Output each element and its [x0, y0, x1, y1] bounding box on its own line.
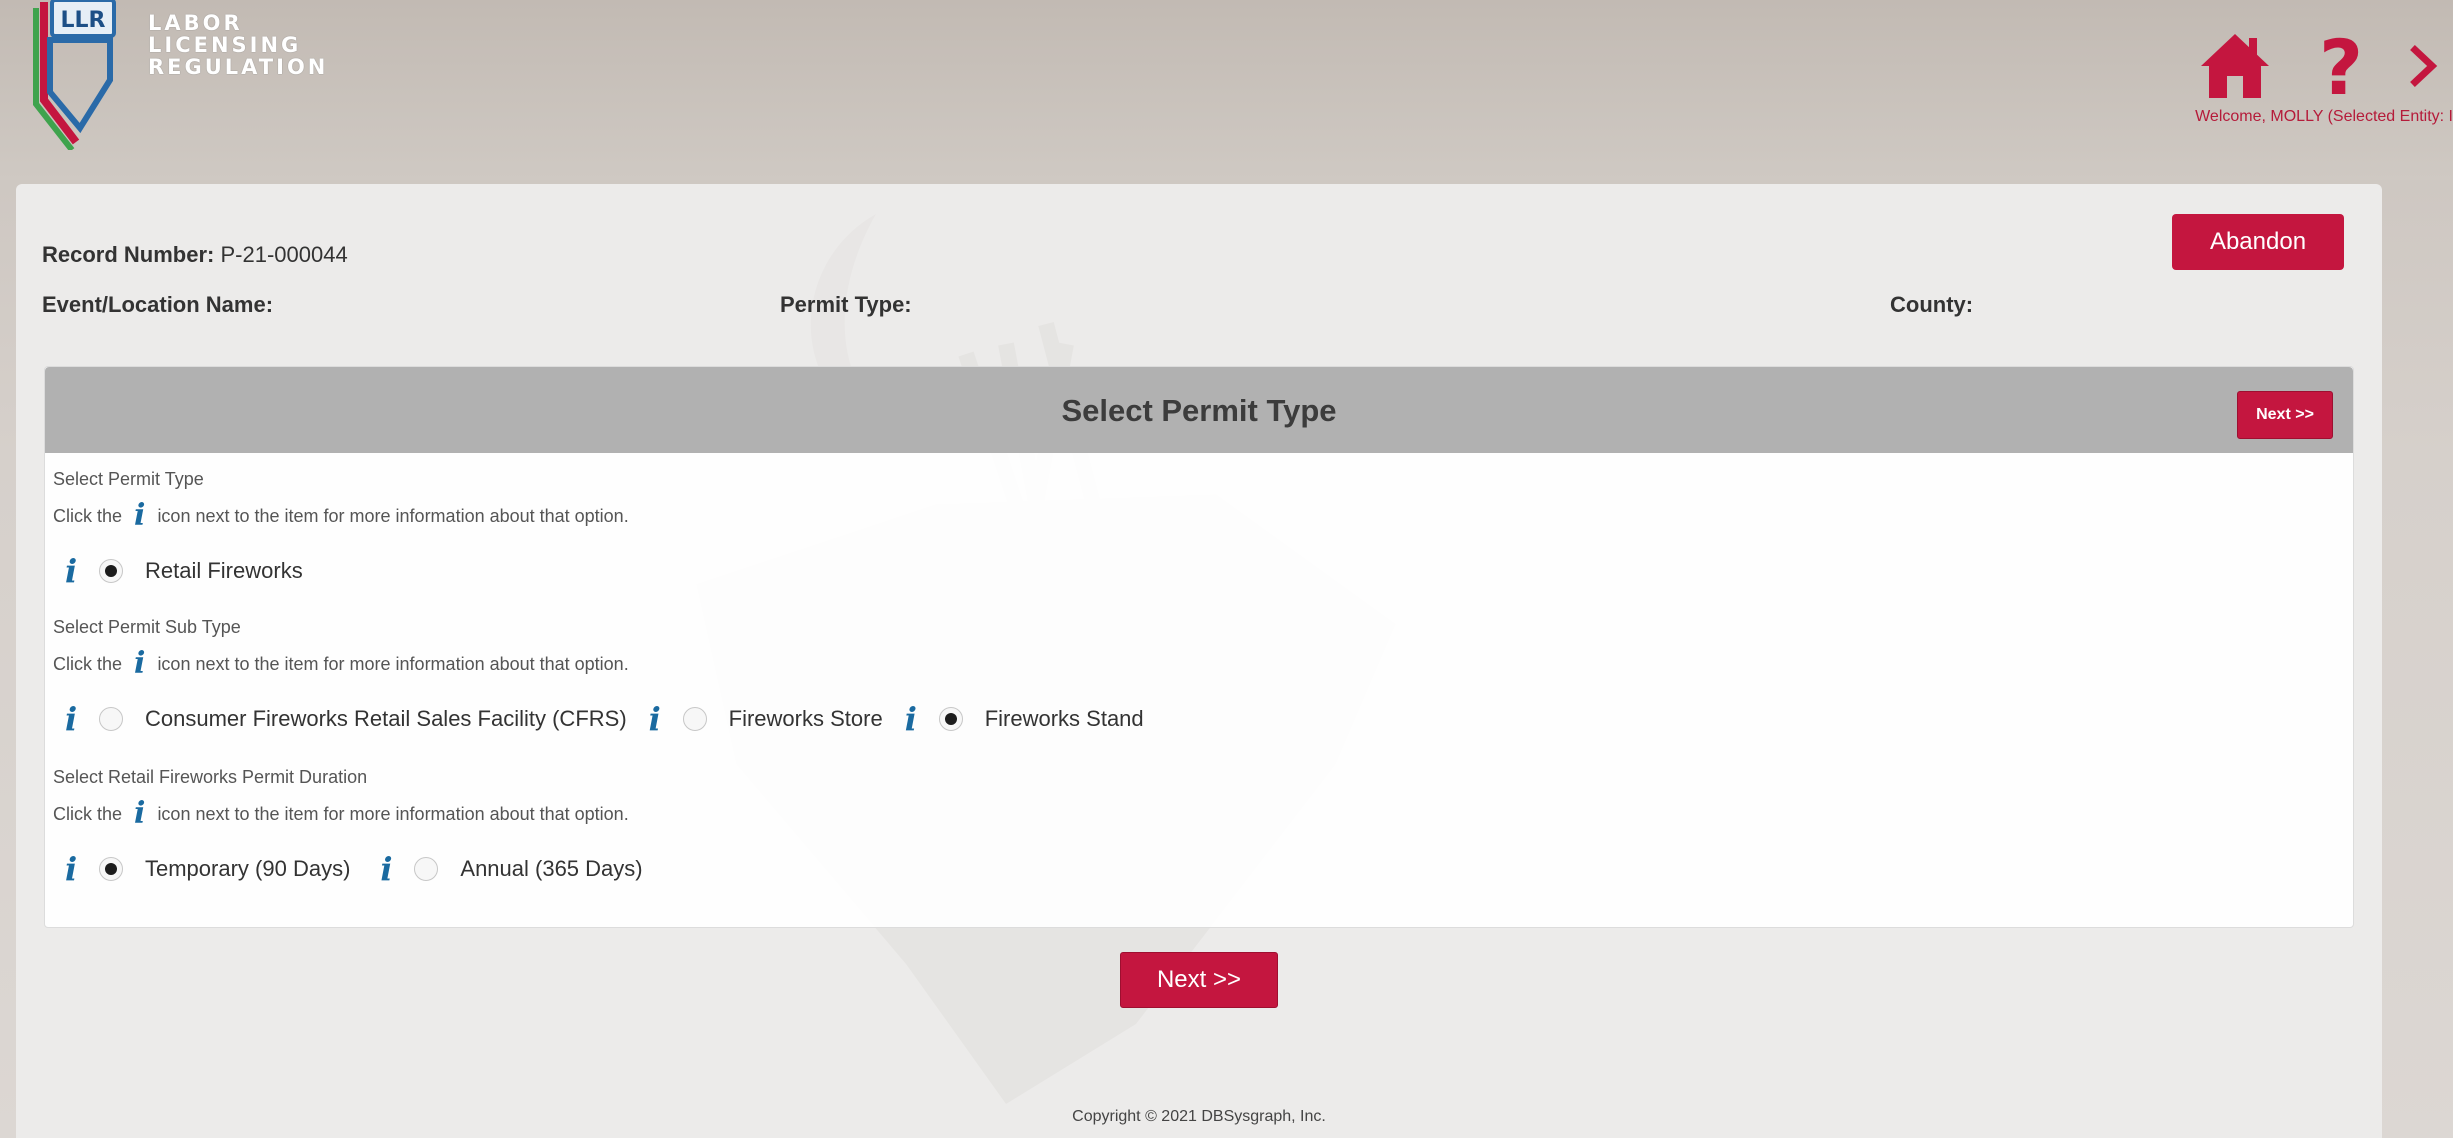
radio-temporary[interactable] — [99, 857, 123, 881]
option-temporary: i Temporary (90 Days) — [65, 853, 350, 885]
option-annual: i Annual (365 Days) — [380, 853, 642, 885]
hint-text-after: icon next to the item for more informati… — [157, 653, 629, 674]
info-icon[interactable]: i — [905, 703, 939, 735]
svg-text:?: ? — [2319, 28, 2363, 104]
info-icon[interactable]: i — [65, 555, 99, 587]
radio-fireworks-stand[interactable] — [938, 707, 963, 731]
radio-fireworks-store[interactable] — [682, 707, 707, 731]
info-icon: i — [134, 646, 146, 681]
section-sub-type-hint: Click the i icon next to the item for mo… — [53, 649, 629, 679]
section-permit-type-hint: Click the i icon next to the item for mo… — [53, 501, 629, 531]
permit-type-options: i Retail Fireworks — [65, 555, 325, 587]
section-duration-label: Select Retail Fireworks Permit Duration — [53, 767, 368, 787]
logo-line-3: REGULATION — [148, 55, 329, 79]
radio-annual[interactable] — [414, 857, 439, 881]
option-label: Annual (365 Days) — [460, 856, 643, 881]
abandon-button[interactable]: Abandon — [2172, 214, 2344, 270]
welcome-text: Welcome, MOLLY (Selected Entity: I — [2195, 108, 2453, 125]
option-fireworks-store: i Fireworks Store — [649, 703, 883, 735]
info-icon[interactable]: i — [649, 703, 683, 735]
hint-text-after: icon next to the item for more informati… — [157, 505, 629, 526]
option-label: Temporary (90 Days) — [145, 856, 351, 881]
header-icon-bar: ? — [2197, 26, 2453, 106]
logout-icon[interactable] — [2409, 28, 2453, 104]
copyright-text: Copyright © 2021 DBSysgraph, Inc. — [1072, 1108, 1326, 1125]
home-icon[interactable] — [2197, 28, 2273, 104]
card-title: Select Permit Type — [1061, 393, 1337, 428]
section-permit-type-label: Select Permit Type — [53, 469, 204, 489]
info-icon[interactable]: i — [65, 703, 99, 735]
county-label: County: — [1890, 292, 1974, 317]
option-label: Consumer Fireworks Retail Sales Facility… — [145, 706, 627, 731]
select-permit-type-card: Select Permit Type Next >> Select Permit… — [44, 366, 2354, 928]
info-icon: i — [134, 796, 146, 831]
logo-text: LABOR LICENSING REGULATION — [148, 12, 328, 78]
info-icon[interactable]: i — [65, 853, 99, 885]
event-location-label: Event/Location Name: — [42, 292, 274, 317]
option-label: Retail Fireworks — [145, 558, 303, 583]
option-cfrs: i Consumer Fireworks Retail Sales Facili… — [65, 703, 627, 735]
help-icon[interactable]: ? — [2303, 28, 2379, 104]
next-button-top[interactable]: Next >> — [2237, 391, 2333, 439]
radio-retail-fireworks[interactable] — [99, 559, 123, 583]
sub-type-options: i Consumer Fireworks Retail Sales Facili… — [65, 703, 1166, 735]
app-header: LLR LABOR LICENSING REGULATION ? Welcome… — [0, 0, 2453, 180]
section-sub-type-label: Select Permit Sub Type — [53, 617, 241, 637]
info-icon: i — [134, 498, 146, 533]
card-header: Select Permit Type Next >> — [45, 367, 2353, 453]
permit-type-label: Permit Type: — [780, 292, 912, 317]
logo-line-2: LICENSING — [148, 33, 302, 57]
info-icon[interactable]: i — [380, 853, 414, 885]
logo-abbrev: LLR — [61, 8, 106, 33]
hint-text-before: Click the — [53, 653, 123, 674]
section-duration-hint: Click the i icon next to the item for mo… — [53, 799, 629, 829]
hint-text-before: Click the — [53, 803, 123, 824]
duration-options: i Temporary (90 Days) i Annual (365 Days… — [65, 853, 665, 885]
radio-cfrs[interactable] — [99, 707, 123, 731]
option-label: Fireworks Stand — [984, 706, 1144, 731]
option-retail-fireworks: i Retail Fireworks — [65, 555, 303, 587]
option-label: Fireworks Store — [728, 706, 883, 731]
record-number-value: P-21-000044 — [220, 242, 348, 267]
hint-text-after: icon next to the item for more informati… — [157, 803, 629, 824]
llr-logo-icon: LLR — [33, 0, 116, 150]
record-number-label: Record Number: — [42, 242, 215, 267]
next-button-bottom[interactable]: Next >> — [1120, 952, 1278, 1008]
hint-text-before: Click the — [53, 505, 123, 526]
main-panel: Record Number: P-21-000044 Event/Locatio… — [16, 184, 2382, 1138]
logo-line-1: LABOR — [148, 11, 243, 35]
record-number-row: Record Number: P-21-000044 — [42, 242, 348, 268]
option-fireworks-stand: i Fireworks Stand — [905, 703, 1144, 735]
